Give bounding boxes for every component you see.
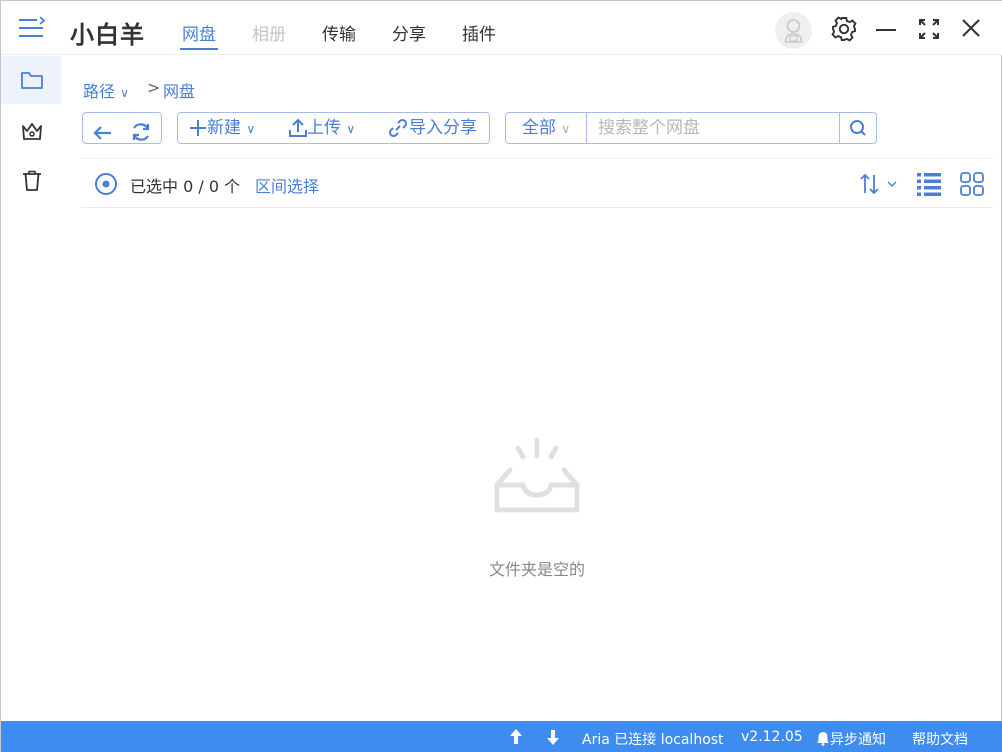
title-bar: 小白羊 网盘 相册 传输 分享 插件	[1, 1, 1002, 55]
select-all-toggle[interactable]	[94, 172, 118, 200]
help-docs-link[interactable]: 帮助文档	[912, 729, 968, 749]
sidebar-toggle-icon[interactable]	[17, 16, 49, 42]
maximize-icon[interactable]	[914, 14, 944, 44]
selection-bar: 已选中 0 / 0 个 区间选择	[81, 158, 993, 208]
app-title: 小白羊	[70, 21, 145, 49]
tab-transfer[interactable]: 传输	[322, 20, 356, 45]
tab-share[interactable]: 分享	[392, 20, 426, 45]
nav-button-group	[82, 112, 162, 144]
app-window: 小白羊 网盘 相册 传输 分享 插件 路径 ∨ > 网盘 新建 ∨ 上传 ∨ 导…	[0, 0, 1002, 752]
empty-state-text: 文件夹是空的	[488, 560, 585, 579]
link-icon	[388, 118, 408, 138]
version-label[interactable]: v2.12.05	[741, 729, 803, 745]
download-speed-icon[interactable]	[545, 728, 561, 750]
selection-label: 已选中	[130, 177, 179, 196]
sidebar-item-vip[interactable]	[1, 107, 61, 155]
upload-speed-icon[interactable]	[508, 728, 524, 750]
sort-button[interactable]	[859, 172, 901, 200]
action-button-group: 新建 ∨ 上传 ∨ 导入分享	[177, 112, 490, 144]
empty-inbox-icon	[492, 436, 582, 520]
breadcrumb-root[interactable]: 路径 ∨	[83, 78, 129, 102]
list-view-button[interactable]	[916, 171, 942, 201]
grid-view-icon	[960, 172, 984, 196]
aria-connection-status[interactable]: Aria 已连接 localhost	[582, 729, 724, 749]
tab-plugins[interactable]: 插件	[462, 20, 496, 45]
user-icon	[784, 19, 803, 43]
user-avatar[interactable]	[775, 12, 812, 49]
chevron-down-icon: ∨	[120, 86, 129, 100]
grid-view-button[interactable]	[959, 171, 985, 201]
selection-count-value: 0 / 0 个	[183, 177, 241, 196]
crown-icon	[22, 123, 42, 140]
sidebar-item-trash[interactable]	[1, 156, 61, 204]
tab-netdisk[interactable]: 网盘	[180, 20, 218, 50]
back-button[interactable]	[92, 118, 114, 148]
minimize-icon[interactable]	[871, 14, 901, 44]
upload-button[interactable]: 上传 ∨	[289, 113, 355, 143]
sort-icon	[860, 173, 897, 195]
new-button-label: 新建	[207, 118, 241, 138]
import-share-button[interactable]: 导入分享	[387, 113, 477, 143]
search-icon	[850, 120, 866, 136]
settings-icon[interactable]	[829, 14, 859, 44]
chevron-down-icon: ∨	[346, 122, 356, 136]
tab-album[interactable]: 相册	[252, 20, 286, 45]
chevron-down-icon: ∨	[246, 122, 256, 136]
selection-count: 已选中 0 / 0 个	[130, 173, 240, 197]
breadcrumb-current[interactable]: 网盘	[163, 78, 195, 102]
refresh-button[interactable]	[130, 117, 152, 147]
close-icon[interactable]	[956, 14, 986, 44]
search-scope-select[interactable]: 全部 ∨	[506, 113, 587, 143]
upload-button-label: 上传	[307, 118, 341, 138]
bell-icon	[817, 732, 829, 746]
status-bar: Aria 已连接 localhost v2.12.05 异步通知 帮助文档	[1, 721, 1002, 752]
breadcrumb-root-label: 路径	[83, 82, 116, 101]
search-box: 全部 ∨	[505, 112, 877, 144]
async-notify-label: 异步通知	[830, 732, 886, 748]
new-button[interactable]: 新建 ∨	[189, 113, 255, 143]
trash-icon	[23, 170, 41, 191]
upload-icon	[289, 118, 307, 137]
folder-icon	[21, 72, 43, 89]
chevron-down-icon: ∨	[561, 122, 571, 136]
breadcrumb-separator: >	[147, 78, 161, 97]
search-scope-label: 全部	[522, 118, 556, 138]
range-select-button[interactable]: 区间选择	[255, 173, 319, 197]
search-button[interactable]	[839, 113, 876, 143]
sidebar-item-files[interactable]	[1, 56, 61, 104]
arrow-left-icon	[93, 126, 111, 140]
radio-icon	[95, 173, 117, 195]
plus-icon	[190, 120, 206, 136]
search-input[interactable]	[588, 113, 840, 143]
list-view-icon	[917, 173, 941, 196]
async-notify-button[interactable]: 异步通知	[816, 729, 886, 749]
refresh-icon	[132, 123, 150, 141]
import-share-label: 导入分享	[409, 118, 477, 138]
